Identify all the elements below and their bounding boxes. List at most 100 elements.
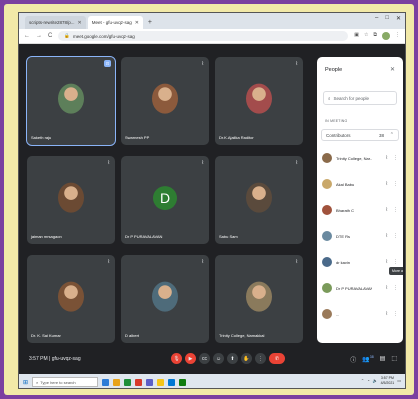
hang-up-button[interactable]: ✆ xyxy=(269,353,285,364)
url-field[interactable]: 🔒 meet.google.com/gfu-uvqz-sag xyxy=(58,31,349,41)
present-icon[interactable]: ⬆ xyxy=(227,353,238,364)
close-window-button[interactable]: ✕ xyxy=(396,15,401,22)
avatar xyxy=(152,83,178,114)
taskbar-app-icon[interactable] xyxy=(168,378,176,386)
back-button[interactable]: ← xyxy=(24,33,30,39)
maximize-button[interactable]: □ xyxy=(385,15,389,22)
meeting-code: gfu-uvqz-sag xyxy=(51,356,81,362)
participant-tile[interactable]: ⌇ Swarnesh PP xyxy=(121,57,209,145)
more-actions-icon[interactable]: ⋮ xyxy=(393,311,398,317)
minimize-button[interactable]: – xyxy=(375,15,378,22)
extensions-icon[interactable]: ⧉ xyxy=(373,32,377,40)
participant-name: Swarnesh PP xyxy=(125,135,150,140)
participant-row[interactable]: Akal Babu ⌇ ⋮ xyxy=(322,175,400,193)
mic-off-icon: ⌇ xyxy=(295,61,298,67)
participant-tile[interactable]: ⌇ Dr. K. Sai Kumar xyxy=(27,255,115,343)
volume-icon[interactable]: 🔈 xyxy=(373,378,378,383)
emoji-icon[interactable]: ☺ xyxy=(213,353,224,364)
separator: | xyxy=(49,356,51,362)
browser-tab-meet[interactable]: Meet - gfu-uvqz-sag ✕ xyxy=(87,16,143,29)
close-tab-icon[interactable]: ✕ xyxy=(135,20,139,26)
mic-off-icon: ⌇ xyxy=(201,259,204,265)
menu-icon[interactable]: ⋮ xyxy=(395,32,400,40)
more-actions-icon[interactable]: ⋮ xyxy=(393,207,398,213)
forward-button[interactable]: → xyxy=(36,33,42,39)
search-icon: ⌕ xyxy=(36,379,39,385)
mic-icon[interactable]: 🎙 xyxy=(171,353,182,364)
participant-tile[interactable]: ⌇ Sabu Sam xyxy=(215,156,303,244)
avatar xyxy=(322,231,332,241)
participant-row[interactable]: Dr P PURAVALAVAN ⌇ ⋮ xyxy=(322,279,400,297)
taskbar-date: 4/5/2021 xyxy=(380,380,395,385)
chevron-up-icon: ⌃ xyxy=(389,132,394,138)
notifications-icon[interactable]: ▭ xyxy=(397,378,401,383)
participant-name: D albert xyxy=(125,333,140,338)
participant-name: Trinity College, Nar...(You) xyxy=(336,155,372,161)
contributors-group[interactable]: Contributors 38 ⌃ xyxy=(321,129,399,141)
participant-tile[interactable]: ⌇ Dr.K.Ajailka Raditor xyxy=(215,57,303,145)
participant-row[interactable]: DTE Rs ⌇ ⋮ xyxy=(322,227,400,245)
mic-off-icon: ⌇ xyxy=(107,160,110,166)
taskbar-search-input[interactable]: ⌕ Type here to search xyxy=(32,377,99,387)
url-text: meet.google.com/gfu-uvqz-sag xyxy=(72,33,135,39)
mic-off-icon: ⌇ xyxy=(201,61,204,67)
taskbar-app-icon[interactable] xyxy=(179,378,187,386)
more-actions-icon[interactable]: ⋮ xyxy=(393,155,398,161)
participant-row[interactable]: Bharath C ⌇ ⋮ xyxy=(322,201,400,219)
raise-hand-icon[interactable]: ✋ xyxy=(241,353,252,364)
close-panel-icon[interactable]: ✕ xyxy=(390,66,395,73)
participant-tile[interactable]: ⌇ jaiman mrsagaon xyxy=(27,156,115,244)
activities-icon[interactable]: ⬚ xyxy=(391,355,397,364)
info-icon[interactable]: ⓘ xyxy=(350,355,356,364)
taskbar-apps xyxy=(102,378,187,386)
participant-tile[interactable]: D ⌇ Dr P PURAVALAVAN xyxy=(121,156,209,244)
more-actions-icon[interactable]: ⋮ xyxy=(393,259,398,265)
more-icon[interactable]: ⋮ xyxy=(255,353,266,364)
mic-off-icon: ⌇ xyxy=(295,160,298,166)
camera-icon[interactable]: ▶ xyxy=(185,353,196,364)
avatar xyxy=(246,281,272,312)
windows-start-icon[interactable]: ⊞ xyxy=(23,379,28,386)
side-controls: ⓘ 👥38 ▤ ⬚ xyxy=(350,355,397,364)
camera-permission-icon[interactable]: ▣ xyxy=(354,32,359,40)
group-count: 38 xyxy=(378,132,384,138)
close-tab-icon[interactable]: ✕ xyxy=(78,20,82,26)
avatar xyxy=(58,182,84,213)
taskbar-app-icon[interactable] xyxy=(146,378,154,386)
mic-off-icon: ⌇ xyxy=(385,233,388,239)
people-icon[interactable]: 👥38 xyxy=(362,355,373,364)
taskbar-app-icon[interactable] xyxy=(113,378,121,386)
star-icon[interactable]: ☆ xyxy=(364,32,368,40)
people-search-input[interactable]: ⌕ Search for people xyxy=(323,91,397,105)
participant-row[interactable]: Trinity College, Nar...(You)⌇⋮ xyxy=(322,149,400,167)
chevron-up-icon[interactable]: ⌃ xyxy=(361,378,364,383)
taskbar-app-icon[interactable] xyxy=(102,378,110,386)
taskbar-app-icon[interactable] xyxy=(135,378,143,386)
participant-name: Dr P PURAVALAVAN xyxy=(125,234,163,239)
avatar-letter: D xyxy=(153,186,177,211)
participant-tile[interactable]: ⌇ D albert xyxy=(121,255,209,343)
meeting-info: 3:57 PM | gfu-uvqz-sag xyxy=(29,356,81,362)
network-icon[interactable]: ◔ xyxy=(367,378,369,383)
chat-icon[interactable]: ▤ xyxy=(380,355,386,364)
new-tab-button[interactable]: + xyxy=(145,16,155,29)
pin-icon[interactable]: ⊡ xyxy=(104,60,111,67)
avatar xyxy=(322,283,332,293)
taskbar-app-icon[interactable] xyxy=(124,378,132,386)
browser-tab-1[interactable]: scripts-rewrite2878/p... ✕ xyxy=(25,16,86,29)
reload-button[interactable]: C xyxy=(48,33,52,39)
mic-off-icon: ⌇ xyxy=(385,285,388,291)
more-actions-icon[interactable]: ⋮ xyxy=(393,285,398,291)
avatar xyxy=(246,182,272,213)
participant-tile[interactable]: ⌇ Trinity College, Namakkal xyxy=(215,255,303,343)
more-actions-icon[interactable]: ⋮ xyxy=(393,181,398,187)
taskbar-clock[interactable]: 3:57 PM 4/5/2021 xyxy=(381,376,395,385)
profile-avatar[interactable] xyxy=(382,32,390,40)
avatar xyxy=(322,309,332,319)
participant-row[interactable]: ... ⌇ ⋮ xyxy=(322,305,400,323)
taskbar-app-icon[interactable] xyxy=(157,378,165,386)
participant-tile[interactable]: ⊡ Saketh raju xyxy=(26,56,116,146)
participant-name: Bharath C xyxy=(336,207,355,213)
captions-icon[interactable]: cc xyxy=(199,353,210,364)
more-actions-icon[interactable]: ⋮ xyxy=(393,233,398,239)
